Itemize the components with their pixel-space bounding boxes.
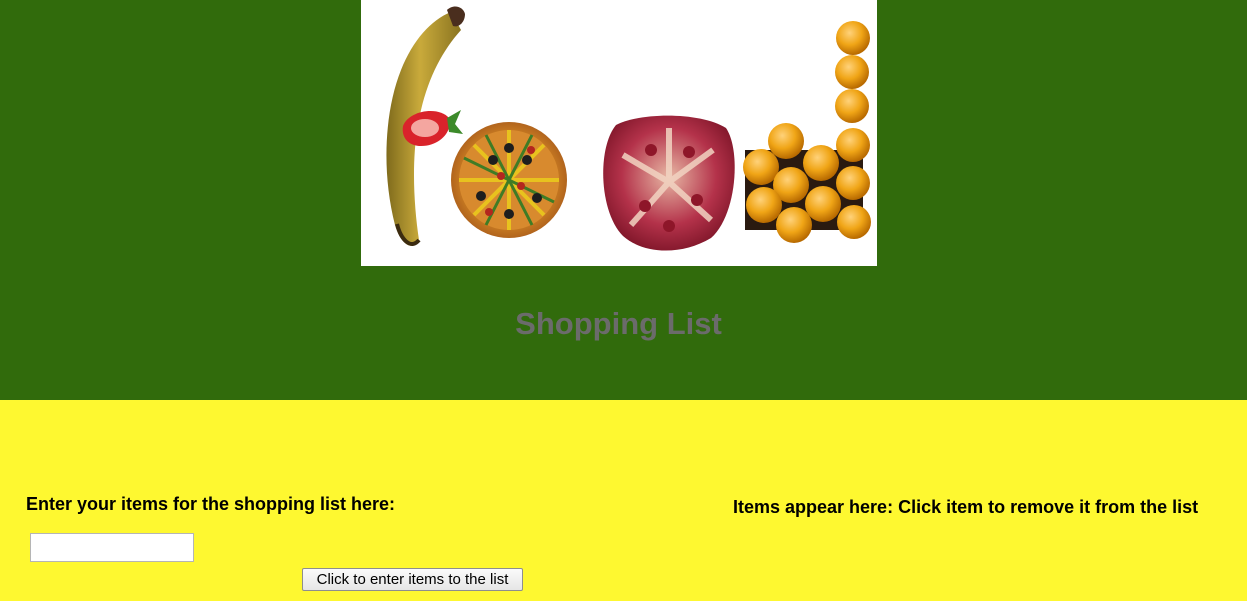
- page-title: Shopping List: [0, 306, 1247, 342]
- shopping-list-panel: Enter your items for the shopping list h…: [0, 400, 1247, 601]
- enter-items-label: Enter your items for the shopping list h…: [26, 494, 396, 514]
- pizza-icon: [451, 122, 567, 238]
- food-logo-image: [361, 0, 877, 266]
- item-input[interactable]: [30, 533, 194, 562]
- items-list-heading: Items appear here: Click item to remove …: [733, 497, 1199, 517]
- food-logo-illustration: [386, 6, 871, 251]
- page-title-text: Shopping List: [515, 306, 722, 341]
- header-banner: Shopping List: [0, 0, 1247, 400]
- oranges-icon: [743, 21, 871, 243]
- add-item-button[interactable]: Click to enter items to the list: [302, 568, 523, 591]
- pomegranate-icon: [603, 115, 735, 251]
